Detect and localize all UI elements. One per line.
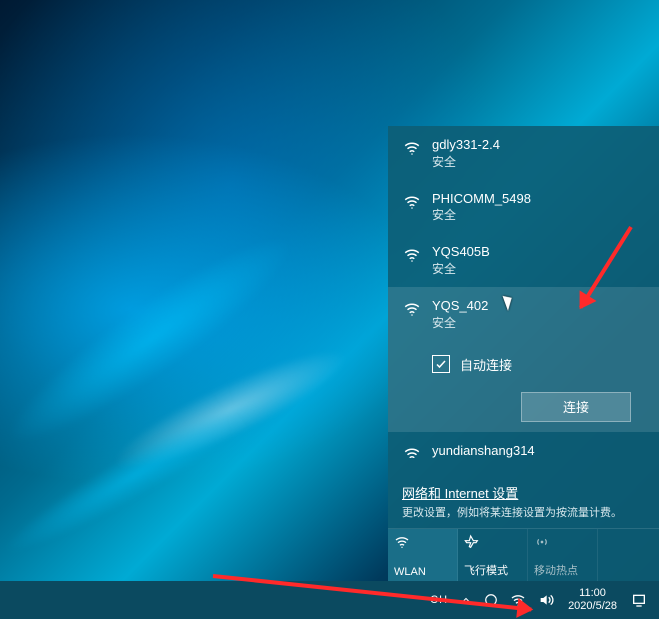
- tile-label: WLAN: [394, 566, 451, 578]
- network-text: gdly331-2.4 安全: [432, 136, 500, 170]
- network-item[interactable]: PHICOMM_5498 安全: [388, 180, 659, 234]
- network-security: 安全: [432, 207, 531, 223]
- network-security: 安全: [432, 154, 500, 170]
- show-desktop-button[interactable]: [653, 581, 659, 619]
- tile-airplane[interactable]: 飞行模式: [458, 529, 528, 582]
- network-item-selected[interactable]: YQS_402 安全 自动连接 连接: [388, 287, 659, 432]
- network-text: PHICOMM_5498 安全: [432, 190, 531, 224]
- network-item[interactable]: yundianshang314 安全: [388, 432, 659, 458]
- tile-label: 移动热点: [534, 562, 591, 578]
- wifi-icon: [394, 533, 451, 551]
- wifi-icon: [402, 444, 422, 458]
- tile-hotspot[interactable]: 移动热点: [528, 529, 598, 582]
- network-name: PHICOMM_5498: [432, 190, 531, 208]
- auto-connect-label: 自动连接: [460, 355, 512, 374]
- tray-clock[interactable]: 11:00 2020/5/28: [560, 581, 625, 619]
- auto-connect-checkbox[interactable]: [432, 355, 450, 373]
- network-name: YQS_402: [432, 297, 488, 315]
- network-text: YQS_402 安全: [432, 297, 488, 331]
- network-security: 安全: [432, 261, 490, 277]
- clock-date: 2020/5/28: [568, 600, 617, 613]
- network-name: gdly331-2.4: [432, 136, 500, 154]
- network-name: yundianshang314: [432, 442, 535, 458]
- network-text: yundianshang314 安全: [432, 442, 535, 458]
- network-settings-desc: 更改设置，例如将某连接设置为按流量计费。: [402, 504, 645, 520]
- hotspot-icon: [534, 533, 591, 551]
- clock-time: 11:00: [579, 587, 606, 600]
- network-text: YQS405B 安全: [432, 243, 490, 277]
- wifi-flyout: gdly331-2.4 安全 PHICOMM_5498 安全 YQS40: [388, 126, 659, 581]
- wifi-icon: [402, 299, 422, 319]
- wifi-icon: [402, 245, 422, 265]
- selected-controls: 自动连接 连接: [402, 341, 645, 432]
- wifi-icon: [402, 192, 422, 212]
- tile-wlan[interactable]: WLAN: [388, 529, 458, 582]
- desktop: gdly331-2.4 安全 PHICOMM_5498 安全 YQS40: [0, 0, 659, 619]
- tile-label: 飞行模式: [464, 562, 521, 578]
- wifi-icon: [402, 138, 422, 158]
- tray-app-icon[interactable]: [478, 581, 504, 619]
- airplane-icon: [464, 533, 521, 551]
- tray-volume-icon[interactable]: [532, 581, 560, 619]
- quick-tiles: WLAN 飞行模式 移动热点: [388, 528, 659, 581]
- tray-notifications-icon[interactable]: [625, 581, 653, 619]
- connect-button[interactable]: 连接: [521, 392, 631, 422]
- auto-connect-row[interactable]: 自动连接: [432, 355, 631, 374]
- network-list: gdly331-2.4 安全 PHICOMM_5498 安全 YQS40: [388, 126, 659, 458]
- network-security: 安全: [432, 315, 488, 331]
- connect-button-label: 连接: [563, 397, 589, 416]
- network-name: YQS405B: [432, 243, 490, 261]
- network-item[interactable]: gdly331-2.4 安全: [388, 126, 659, 180]
- network-settings-link[interactable]: 网络和 Internet 设置: [402, 483, 645, 502]
- network-settings: 网络和 Internet 设置 更改设置，例如将某连接设置为按流量计费。: [388, 477, 659, 528]
